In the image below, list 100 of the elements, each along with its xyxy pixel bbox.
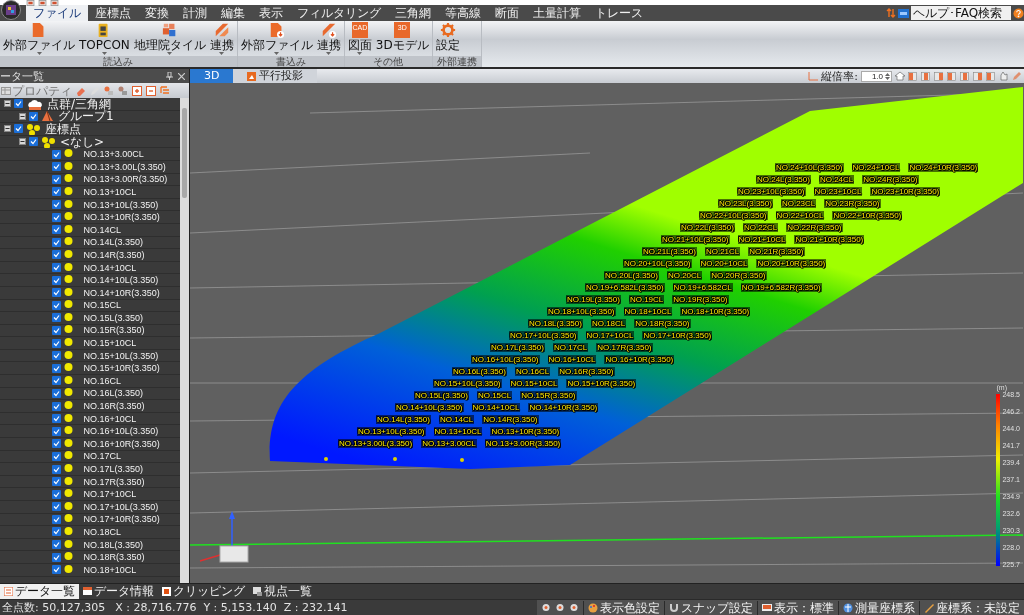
checkbox[interactable] [51, 565, 61, 575]
tree-item-label[interactable]: NO.15+10CL [83, 337, 137, 350]
tree-item-label[interactable]: グループ1 [58, 110, 114, 123]
tree-item-label[interactable]: NO.17L(3.350) [83, 463, 144, 475]
menu-tab[interactable]: 土量計算 [526, 5, 588, 21]
tree-item-label[interactable]: NO.18+10CL [83, 563, 137, 576]
collapse-toggle[interactable] [19, 112, 26, 120]
collapse-toggle[interactable] [19, 138, 26, 146]
tree-item-label[interactable]: NO.18L(3.350) [83, 538, 144, 551]
checkbox[interactable] [51, 149, 61, 159]
scale-spinbox[interactable]: 1.0 [860, 70, 892, 82]
collapse-all-icon[interactable] [146, 85, 156, 96]
expand-all-icon[interactable] [132, 85, 142, 96]
checkbox[interactable] [51, 451, 61, 461]
tree-item-label[interactable]: NO.16R(3.350) [83, 400, 145, 413]
tree-item-label[interactable]: 点群/三角網 [47, 98, 112, 110]
checkbox[interactable] [51, 540, 61, 550]
panel-tab[interactable]: データ情報 [79, 584, 158, 599]
checkbox[interactable] [51, 162, 61, 172]
checkbox[interactable] [51, 552, 61, 562]
quick-access-icon[interactable] [38, 0, 47, 6]
checkbox[interactable] [51, 263, 61, 272]
checkbox[interactable] [51, 502, 61, 512]
tree-item-label[interactable]: NO.17+10L(3.350) [83, 500, 159, 513]
checkbox[interactable] [51, 187, 61, 197]
tree-item-label[interactable]: NO.13+10R(3.350) [83, 211, 160, 224]
tree-item-label[interactable]: NO.14+10L(3.350) [83, 274, 159, 287]
tree-item-label[interactable]: NO.15R(3.350) [83, 324, 145, 337]
menu-tab[interactable]: トレース [588, 5, 650, 21]
sort-icon[interactable] [886, 8, 896, 18]
checkbox[interactable] [51, 212, 61, 222]
status-button[interactable]: 座標系：未設定 [919, 600, 1020, 615]
help-search-field[interactable]: ヘルプ･FAQ検索 [911, 6, 1011, 20]
tree-item-label[interactable]: NO.13+10L(3.350) [83, 198, 159, 211]
ribbon-button[interactable]: 連携 [315, 22, 342, 55]
checkbox[interactable] [51, 225, 61, 235]
menu-tab[interactable]: 断面 [488, 5, 526, 21]
checkbox[interactable] [51, 313, 61, 323]
tree-item-label[interactable]: NO.13+3.00CL [83, 148, 144, 161]
tree-item-label[interactable]: 座標点 [45, 123, 81, 135]
ribbon-button[interactable]: 地理院タイル [132, 22, 207, 55]
cube-icon[interactable] [986, 71, 996, 81]
menu-tab[interactable]: フィルタリング [290, 5, 388, 21]
tree-item-label[interactable]: NO.15L(3.350) [83, 311, 144, 324]
tree-item-label[interactable]: NO.14+10R(3.350) [83, 286, 160, 299]
scrollbar-thumb[interactable] [182, 108, 187, 198]
checkbox[interactable] [51, 439, 61, 449]
checkbox[interactable] [51, 388, 61, 398]
checkbox[interactable] [51, 414, 61, 424]
checkbox[interactable] [29, 111, 38, 121]
tree-item-label[interactable]: NO.17R(3.350) [83, 475, 145, 488]
tree-item-label[interactable]: NO.15CL [83, 299, 122, 312]
checkbox[interactable] [14, 124, 23, 134]
tree-item-label[interactable]: NO.14+10CL [83, 261, 137, 274]
tree-item-label[interactable]: NO.14R(3.350) [83, 248, 145, 261]
ribbon-button[interactable]: 外部ファイル [2, 22, 76, 55]
collapse-toggle[interactable] [4, 100, 11, 108]
status-button[interactable]: 測量座標系 [838, 600, 915, 615]
collapse-toggle[interactable] [4, 125, 11, 133]
menu-tab[interactable]: 座標点 [88, 5, 138, 21]
quick-access-icon[interactable] [50, 0, 59, 6]
cube-icon[interactable] [934, 71, 944, 81]
shapes-icon[interactable] [118, 85, 128, 96]
checkbox[interactable] [51, 300, 61, 310]
ribbon-button[interactable]: 外部ファイル [239, 22, 314, 55]
checkbox[interactable] [51, 200, 61, 210]
tree-item-label[interactable]: NO.14CL [83, 223, 122, 236]
close-icon[interactable] [178, 72, 185, 80]
tree-item-label[interactable]: NO.16L(3.350) [83, 387, 144, 400]
checkbox[interactable] [51, 464, 61, 474]
tree-item-label[interactable]: NO.15+10R(3.350) [83, 362, 160, 375]
tree-item-label[interactable]: NO.17+10CL [83, 488, 137, 501]
checkbox[interactable] [14, 99, 23, 109]
tree-item-label[interactable]: NO.13+10CL [83, 185, 137, 198]
status-button[interactable]: 表示：標準 [757, 600, 834, 615]
status-button[interactable]: 表示色設定 [583, 600, 660, 615]
tree-item-label[interactable]: NO.18R(3.350) [83, 551, 145, 564]
tree-item-label[interactable]: NO.13+3.00L(3.350) [83, 160, 166, 173]
checkbox[interactable] [51, 275, 61, 285]
checkbox[interactable] [51, 288, 61, 298]
cube-icon[interactable] [908, 71, 918, 81]
tree-item-label[interactable]: NO.17CL [83, 450, 122, 463]
view-tab[interactable]: 平行投影 [233, 69, 318, 83]
cube-icon[interactable] [960, 71, 970, 81]
ribbon-button[interactable]: 連携 [208, 22, 235, 55]
checkbox[interactable] [51, 237, 61, 247]
menu-tab[interactable]: 編集 [214, 5, 252, 21]
menu-tab[interactable]: 等高線 [438, 5, 488, 21]
tree-item-label[interactable]: NO.18CL [83, 526, 122, 538]
home-icon[interactable] [895, 71, 905, 81]
panel-tab[interactable]: 視点一覧 [249, 584, 316, 599]
menu-tab[interactable]: 変換 [138, 5, 176, 21]
checkbox[interactable] [51, 351, 61, 361]
checkbox[interactable] [51, 376, 61, 386]
tree-item-label[interactable]: NO.16CL [83, 374, 122, 387]
tree-item-label[interactable]: NO.15+10L(3.350) [83, 349, 159, 362]
status-button[interactable]: スナップ設定 [664, 600, 753, 615]
scrollbar[interactable] [180, 98, 189, 583]
pin-icon[interactable] [166, 72, 173, 80]
panel-tab[interactable]: クリッピング [158, 584, 249, 599]
